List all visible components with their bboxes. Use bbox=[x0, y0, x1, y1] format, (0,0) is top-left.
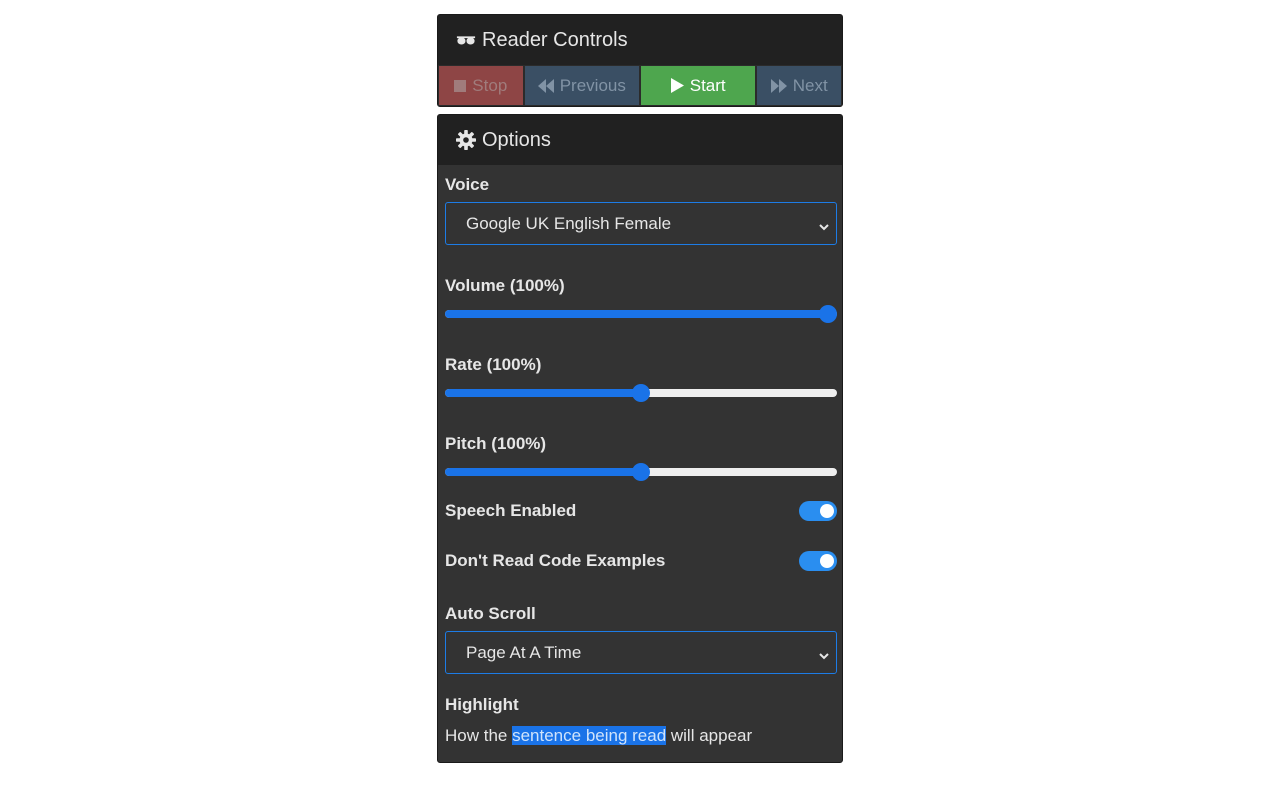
skip-code-label: Don't Read Code Examples bbox=[445, 551, 666, 570]
reader-button-bar: Stop Previous Start Next bbox=[438, 65, 842, 106]
forward-icon bbox=[770, 78, 787, 93]
auto-scroll-select-value: Page At A Time bbox=[466, 642, 582, 662]
volume-fill bbox=[445, 310, 828, 318]
start-button[interactable]: Start bbox=[640, 65, 757, 106]
stop-icon bbox=[454, 79, 467, 92]
options-title: Options bbox=[482, 128, 551, 151]
pitch-slider[interactable] bbox=[445, 462, 837, 482]
pitch-fill bbox=[445, 468, 641, 476]
options-header: Options bbox=[438, 115, 842, 165]
previous-label: Previous bbox=[559, 75, 626, 95]
auto-scroll-label: Auto Scroll bbox=[445, 604, 536, 623]
highlight-label: Highlight bbox=[445, 695, 519, 714]
skip-code-row: Don't Read Code Examples bbox=[445, 551, 837, 571]
options-panel: Options Voice Google UK English Female V… bbox=[437, 114, 843, 763]
skip-code-toggle[interactable] bbox=[799, 551, 837, 571]
highlight-after: will appear bbox=[666, 726, 753, 745]
start-label: Start bbox=[689, 75, 726, 95]
chevron-down-icon bbox=[818, 218, 830, 238]
highlight-marked-text: sentence being read bbox=[512, 726, 667, 745]
speech-enabled-toggle[interactable] bbox=[799, 501, 837, 521]
voice-select-value: Google UK English Female bbox=[466, 213, 672, 233]
next-button[interactable]: Next bbox=[756, 65, 842, 106]
glasses-icon bbox=[456, 30, 476, 50]
voice-select[interactable]: Google UK English Female bbox=[445, 202, 837, 245]
previous-button[interactable]: Previous bbox=[523, 65, 640, 106]
play-icon bbox=[670, 78, 684, 93]
highlight-before: How the bbox=[445, 726, 513, 745]
reader-controls-header: Reader Controls bbox=[438, 15, 842, 65]
gear-icon bbox=[456, 130, 476, 150]
pitch-thumb[interactable] bbox=[632, 463, 650, 481]
pitch-label: Pitch (100%) bbox=[445, 434, 547, 453]
rate-slider[interactable] bbox=[445, 383, 837, 403]
auto-scroll-select[interactable]: Page At A Time bbox=[445, 631, 837, 674]
highlight-preview: How the sentence being read will appear bbox=[445, 726, 752, 746]
rate-thumb[interactable] bbox=[632, 384, 650, 402]
backward-icon bbox=[537, 78, 554, 93]
volume-label: Volume (100%) bbox=[445, 276, 565, 295]
speech-enabled-row: Speech Enabled bbox=[445, 501, 837, 521]
toggle-knob bbox=[820, 554, 834, 568]
chevron-down-icon bbox=[818, 647, 830, 667]
stop-label: Stop bbox=[472, 75, 508, 95]
reader-controls-title: Reader Controls bbox=[482, 28, 628, 51]
toggle-knob bbox=[820, 504, 834, 518]
speech-enabled-label: Speech Enabled bbox=[445, 501, 577, 520]
rate-label: Rate (100%) bbox=[445, 355, 542, 374]
voice-label: Voice bbox=[445, 175, 490, 194]
next-label: Next bbox=[792, 75, 828, 95]
volume-slider[interactable] bbox=[445, 304, 837, 324]
volume-thumb[interactable] bbox=[819, 305, 837, 323]
reader-controls-panel: Reader Controls Stop Previous Start Next bbox=[437, 14, 843, 107]
stop-button[interactable]: Stop bbox=[438, 65, 524, 106]
rate-fill bbox=[445, 389, 641, 397]
